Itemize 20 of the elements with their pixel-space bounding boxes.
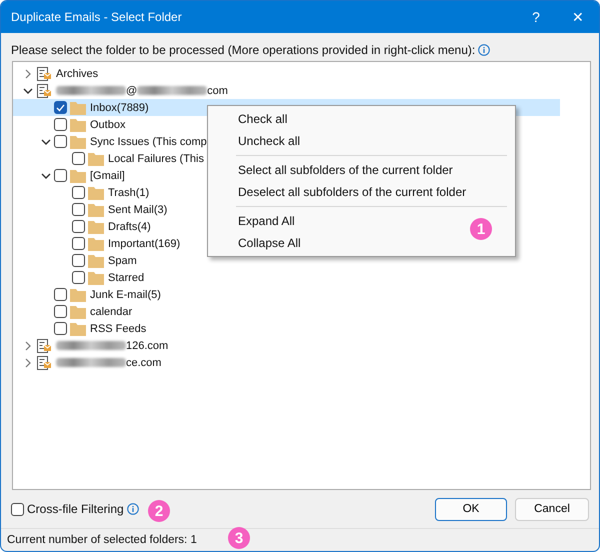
callout-badge: 3	[228, 527, 250, 549]
folder-name: Inbox(7889)	[89, 102, 149, 114]
instruction-text: Please select the folder to be processed (More operations provided in right-click menu):	[11, 43, 476, 57]
folder-name: Outbox	[89, 118, 126, 130]
folder-name: Local Failures (This	[107, 152, 204, 164]
folder-name: Sync Issues (This comp	[89, 136, 207, 148]
folder-name: [Gmail]	[89, 170, 125, 182]
folder-name: Spam	[107, 254, 137, 266]
status-text: Current number of selected folders: 1	[7, 534, 197, 546]
folder-name: RSS Feeds	[89, 322, 146, 334]
callout-badge: 2	[148, 500, 170, 522]
folder-name: Junk E-mail(5)	[89, 288, 161, 300]
checkbox-label: Cross-file Filtering	[27, 502, 124, 516]
folder-name: Drafts(4)	[107, 220, 151, 232]
folder-name: calendar	[89, 306, 132, 318]
folder-name: Starred	[107, 272, 144, 284]
folder-name: Important(169)	[107, 238, 180, 250]
window-title: Duplicate Emails - Select Folder	[11, 10, 183, 24]
folder-name: Sent Mail(3)	[107, 204, 168, 216]
folder-name: Trash(1)	[107, 186, 150, 198]
